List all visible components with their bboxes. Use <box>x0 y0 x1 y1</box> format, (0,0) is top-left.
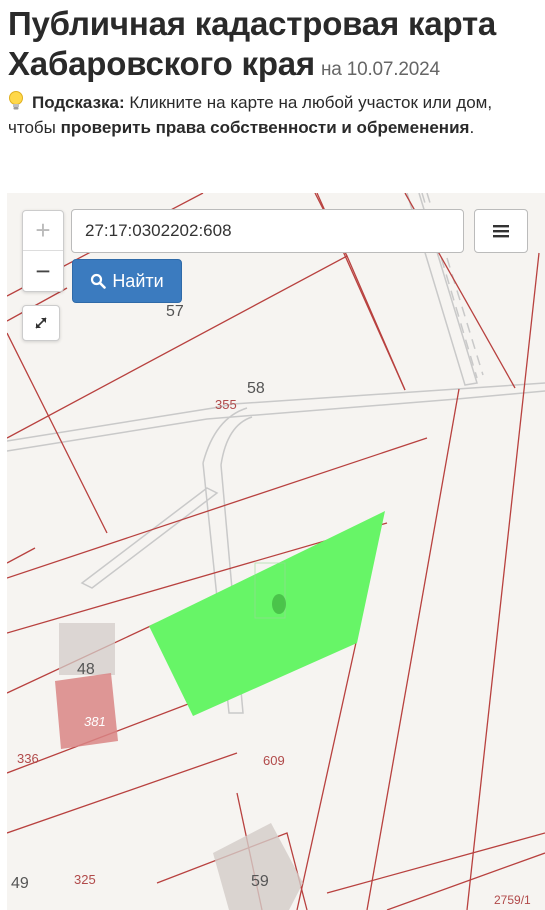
map-label-609: 609 <box>263 753 285 768</box>
expand-icon <box>35 317 47 329</box>
zoom-in-button[interactable]: + <box>23 211 63 251</box>
hint-label: Подсказка: <box>32 93 125 112</box>
map-label-59: 59 <box>251 873 269 890</box>
map-label-325: 325 <box>74 872 96 887</box>
parcel-marker <box>272 594 286 614</box>
map-label-336: 336 <box>17 751 39 766</box>
title-line-2: Хабаровского края <box>8 45 315 82</box>
selected-parcel[interactable] <box>149 511 385 716</box>
cadastral-number-input[interactable]: 27:17:0302202:608 <box>71 209 464 253</box>
zoom-out-button[interactable]: − <box>23 251 63 291</box>
map-label-57: 57 <box>166 303 184 320</box>
map-label-2759-1: 2759/1 <box>494 893 531 907</box>
map-label-355: 355 <box>215 397 237 412</box>
building-59[interactable] <box>213 823 303 910</box>
map-label-48: 48 <box>77 661 95 678</box>
building-381[interactable] <box>55 673 118 749</box>
find-button-label: Найти <box>112 270 164 291</box>
page-title: Публичная кадастровая карта Хабаровского… <box>8 4 538 90</box>
title-date: на 10.07.2024 <box>321 59 440 80</box>
find-button[interactable]: Найти <box>72 259 182 303</box>
hamburger-icon <box>493 225 509 238</box>
cadastral-map[interactable]: 57 58 355 48 381 336 609 49 325 59 2759/… <box>7 193 545 910</box>
hint-block: Подсказка: Кликните на карте на любой уч… <box>8 90 533 140</box>
zoom-control: + − <box>22 210 64 292</box>
map-label-381: 381 <box>84 714 106 729</box>
title-line-1: Публичная кадастровая карта <box>8 5 497 42</box>
lightbulb-icon <box>9 91 23 110</box>
page-header: Публичная кадастровая карта Хабаровского… <box>8 4 538 90</box>
menu-button[interactable] <box>474 209 528 253</box>
hint-end: . <box>469 118 475 137</box>
map-label-49: 49 <box>11 875 29 892</box>
fullscreen-button[interactable] <box>22 305 60 341</box>
map-label-58: 58 <box>247 380 265 397</box>
hint-bold-text: проверить права собственности и обремене… <box>60 118 470 137</box>
search-icon <box>91 273 107 289</box>
